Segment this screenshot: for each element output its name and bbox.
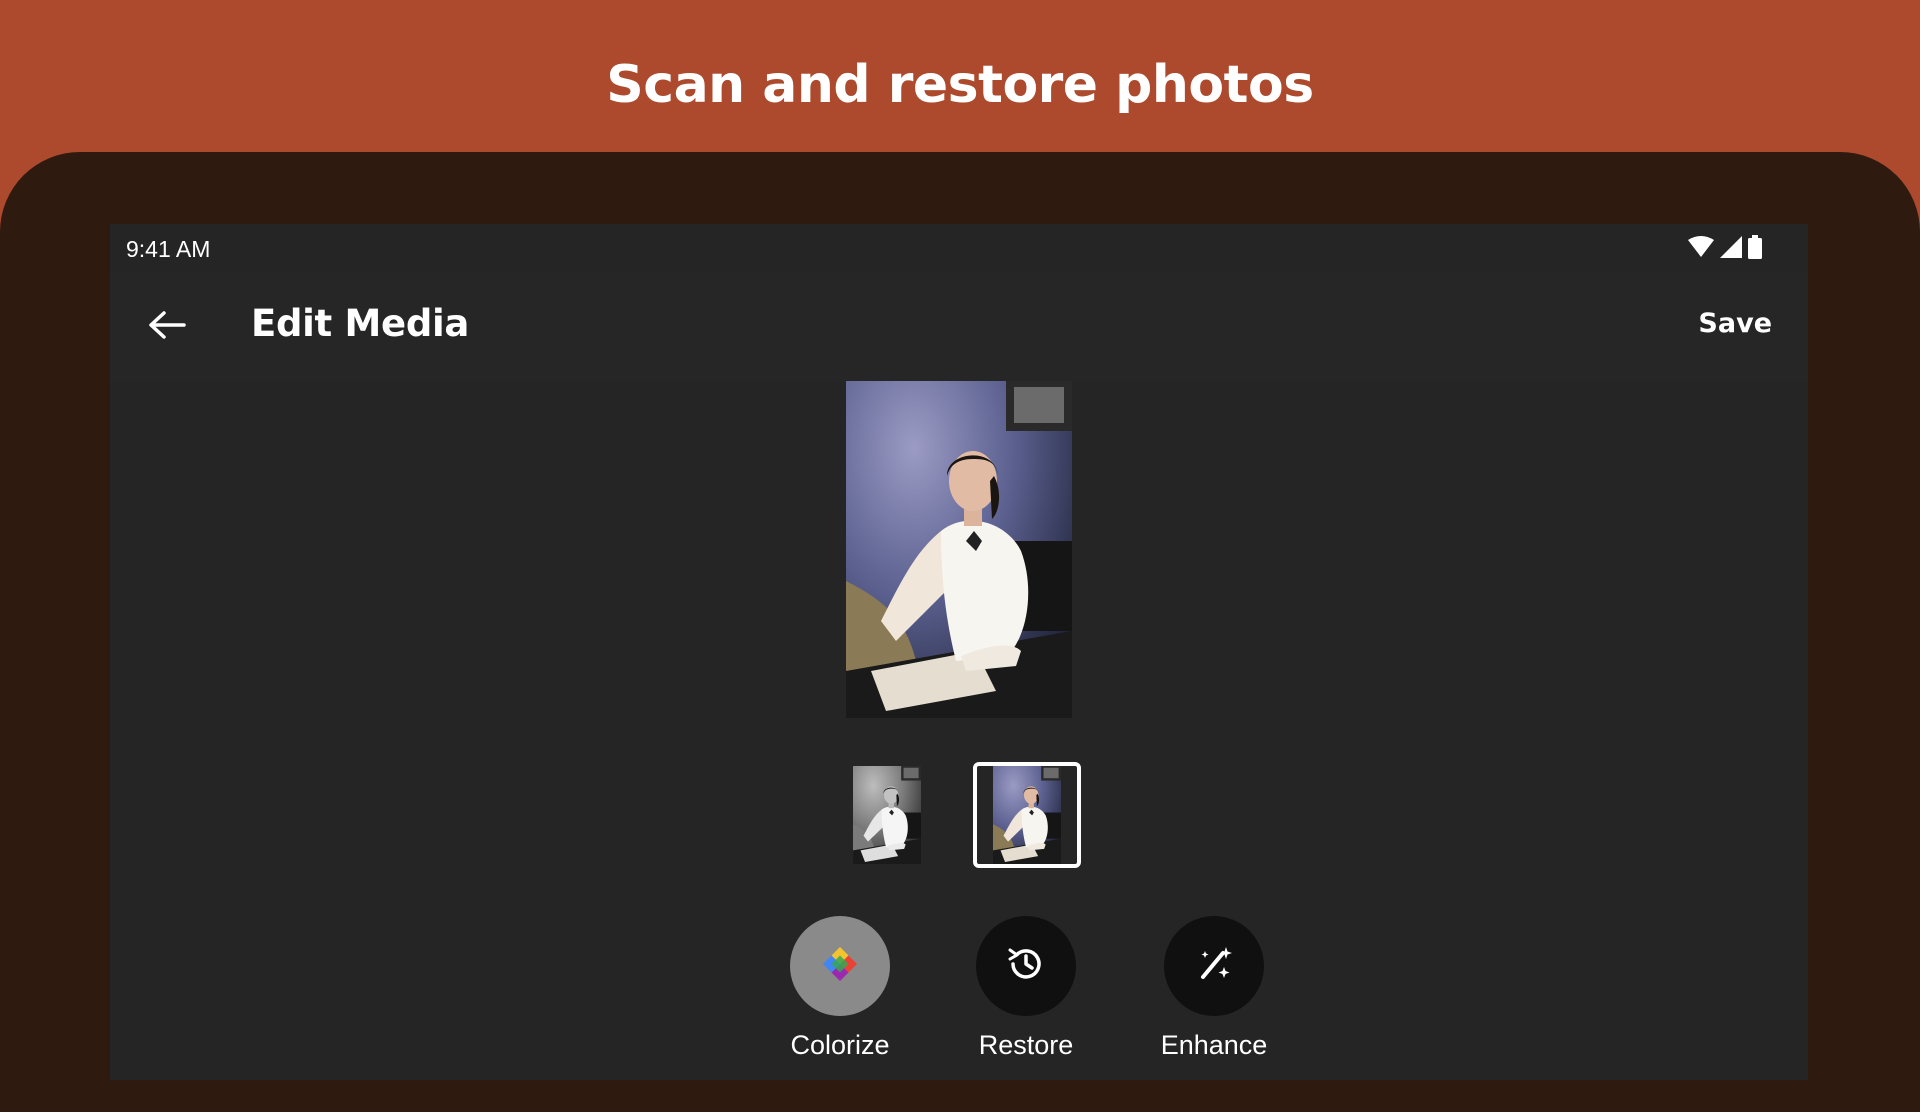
restore-label: Restore <box>978 1030 1074 1060</box>
color-wheel-icon <box>823 946 857 986</box>
main-photo-preview <box>846 381 1072 718</box>
banner-title: Scan and restore photos <box>606 55 1314 115</box>
colorize-label: Colorize <box>790 1030 890 1060</box>
enhance-tool-circle <box>1164 916 1264 1016</box>
app-screen: 9:41 AM Edit Media Save Colorize Restore… <box>110 224 1808 1080</box>
magic-wand-icon <box>1193 943 1235 990</box>
save-button[interactable]: Save <box>1698 308 1772 339</box>
status-time: 9:41 AM <box>126 236 211 262</box>
wifi-icon <box>1688 236 1714 263</box>
arrow-left-icon <box>148 310 186 345</box>
colorize-tool-button[interactable]: Colorize <box>770 916 910 1061</box>
battery-icon <box>1748 235 1762 264</box>
colorize-tool-circle <box>790 916 890 1016</box>
back-button[interactable] <box>142 302 192 352</box>
signal-icon <box>1720 236 1742 263</box>
enhance-label: Enhance <box>1160 1030 1268 1060</box>
restore-tool-circle <box>976 916 1076 1016</box>
status-icons <box>1688 235 1762 264</box>
status-bar: 9:41 AM <box>110 224 1808 272</box>
enhance-tool-button[interactable]: Enhance <box>1144 916 1284 1061</box>
app-toolbar: Edit Media Save <box>110 272 1808 382</box>
history-icon <box>1005 943 1047 990</box>
thumbnail-colorized-selected[interactable] <box>973 762 1081 868</box>
restore-tool-button[interactable]: Restore <box>956 916 1096 1061</box>
page-title: Edit Media <box>251 302 470 345</box>
thumbnail-original[interactable] <box>853 766 921 864</box>
thumbnail-colorized-image <box>993 766 1061 864</box>
